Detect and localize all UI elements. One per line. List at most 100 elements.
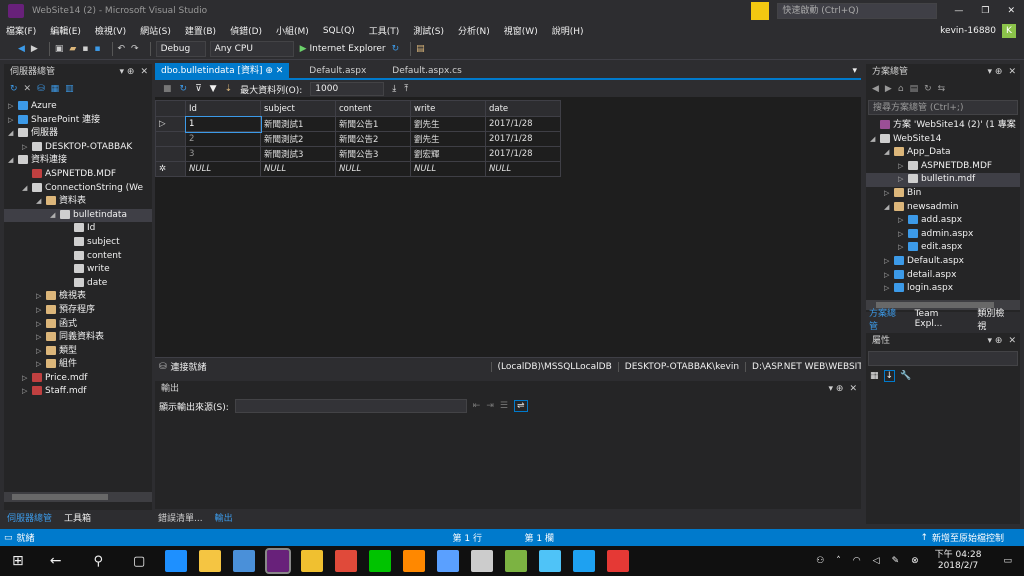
expand-toggle-icon[interactable]: ▷ — [898, 173, 908, 187]
switch-views-icon[interactable]: ▤ — [910, 84, 919, 94]
filter-icon[interactable] — [751, 2, 770, 20]
close-button[interactable]: ✕ — [1007, 6, 1015, 16]
app-icon[interactable] — [301, 550, 324, 572]
column-header[interactable]: write — [410, 100, 486, 117]
next-message-icon[interactable]: ⇥ — [486, 401, 494, 411]
panel-tab[interactable]: 類別檢視 — [974, 306, 1014, 332]
expand-toggle-icon[interactable]: ▷ — [898, 241, 908, 255]
expand-toggle-icon[interactable]: ▷ — [36, 345, 46, 359]
tree-item[interactable]: ◢ 伺服器 — [4, 127, 152, 141]
table-row[interactable]: 2 新聞測試2 新聞公告2 劉先生 2017/1/28 — [155, 131, 561, 147]
table-cell[interactable]: NULL — [335, 161, 411, 177]
table-cell[interactable]: 2017/1/28 — [485, 116, 561, 132]
alphabetical-icon[interactable]: ↓ — [883, 370, 896, 382]
table-cell[interactable]: 2017/1/28 — [485, 131, 561, 147]
tree-item[interactable]: ◢ bulletindata — [4, 208, 152, 223]
menu-item[interactable]: 檢視(V) — [95, 24, 126, 37]
row-header[interactable] — [155, 131, 186, 147]
properties-object-select[interactable] — [868, 351, 1018, 366]
run-icon[interactable]: ▶ — [300, 41, 307, 57]
edge-icon[interactable] — [165, 550, 188, 572]
back-icon[interactable]: ◀ — [872, 84, 879, 94]
network-icon[interactable]: ◠ — [853, 556, 861, 566]
people-icon[interactable]: ⚇ — [816, 556, 824, 566]
search-icon[interactable]: ⚲ — [93, 554, 103, 569]
table-cell[interactable]: 劉先生 — [410, 116, 486, 132]
column-header[interactable]: Id — [185, 100, 261, 117]
word-wrap-icon[interactable]: ⇌ — [513, 400, 528, 412]
tree-item[interactable]: write — [4, 263, 152, 277]
publish-icon[interactable]: ▤ — [416, 41, 425, 57]
expand-toggle-icon[interactable]: ◢ — [884, 146, 894, 160]
expand-toggle-icon[interactable]: ▷ — [22, 372, 32, 386]
tree-item[interactable]: ▷ DESKTOP-OTABBAK — [4, 141, 152, 155]
clock[interactable]: 下午 04:28 2018/2/7 — [935, 550, 982, 572]
configuration-select[interactable]: Debug — [155, 41, 206, 57]
expand-toggle-icon[interactable]: ▷ — [884, 187, 894, 201]
quick-launch-input[interactable]: 快速啟動 (Ctrl+Q) — [777, 3, 938, 19]
tree-item[interactable]: ▷ 類型 — [4, 345, 152, 359]
column-header[interactable]: date — [485, 100, 561, 117]
menu-item[interactable]: 測試(S) — [413, 24, 444, 37]
tree-item[interactable]: ▷ Staff.mdf — [4, 385, 152, 399]
explorer-icon[interactable] — [199, 550, 222, 572]
back-icon[interactable]: ◀ — [18, 41, 25, 57]
app3-icon[interactable] — [437, 550, 460, 572]
tree-item[interactable]: ▷ add.aspx — [866, 214, 1020, 228]
tree-item[interactable]: ▷ ASPNETDB.MDF — [866, 160, 1020, 174]
expand-toggle-icon[interactable]: ▷ — [36, 358, 46, 372]
redo-icon[interactable]: ↷ — [131, 41, 139, 57]
connect-db-icon[interactable]: ⛁ — [37, 84, 45, 94]
property-pages-icon[interactable]: 🔧 — [900, 371, 911, 381]
row-header[interactable]: ▷ — [155, 116, 186, 132]
undo-icon[interactable]: ↶ — [118, 41, 126, 57]
forward-icon[interactable]: ▶ — [885, 84, 892, 94]
chrome-icon[interactable] — [335, 550, 358, 572]
document-tab[interactable]: dbo.bulletindata [資料] ⊕ ✕ — [155, 63, 290, 79]
start-icon[interactable]: ⊞ — [12, 553, 24, 569]
home-icon[interactable]: ⌂ — [898, 84, 904, 94]
store-icon[interactable] — [233, 550, 256, 572]
menu-item[interactable]: 分析(N) — [458, 24, 490, 37]
table-cell[interactable]: 劉宏輝 — [410, 146, 486, 162]
table-cell[interactable]: 新聞測試1 — [260, 116, 336, 132]
menu-item[interactable]: 小組(M) — [276, 24, 309, 37]
pin-icon[interactable]: ▾ ⊕ — [988, 333, 1003, 349]
line-icon[interactable] — [369, 550, 392, 572]
back-icon[interactable]: ← — [50, 553, 62, 569]
tree-item[interactable]: ▷ Default.aspx — [866, 255, 1020, 269]
tree-item[interactable]: ▷ 函式 — [4, 318, 152, 332]
tree-item[interactable]: ASPNETDB.MDF — [4, 168, 152, 182]
clear-all-icon[interactable]: ☰ — [500, 401, 508, 411]
minimize-button[interactable]: — — [954, 6, 963, 16]
sharepoint-icon[interactable]: ▥ — [65, 84, 74, 94]
tree-item[interactable]: 方案 'WebSite14 (2)' (1 專案 — [866, 119, 1020, 133]
tree-item[interactable]: ◢ WebSite14 — [866, 133, 1020, 147]
expand-toggle-icon[interactable]: ▷ — [22, 385, 32, 399]
grid-corner[interactable] — [155, 100, 186, 117]
output-source-select[interactable] — [234, 399, 467, 413]
platform-select[interactable]: Any CPU — [209, 41, 294, 57]
expand-toggle-icon[interactable]: ▷ — [22, 141, 32, 155]
stop-icon[interactable]: ✕ — [24, 84, 32, 94]
expand-toggle-icon[interactable]: ▷ — [898, 214, 908, 228]
refresh-icon[interactable]: ↻ — [10, 84, 18, 94]
expand-toggle-icon[interactable]: ▷ — [8, 100, 18, 114]
expand-toggle-icon[interactable]: ▷ — [36, 331, 46, 345]
run-browser-button[interactable]: Internet Explorer — [310, 41, 386, 57]
expand-toggle-icon[interactable]: ◢ — [884, 201, 894, 215]
tree-item[interactable]: ▷ SharePoint 連接 — [4, 114, 152, 128]
table-cell[interactable]: NULL — [485, 161, 561, 177]
stop-icon[interactable]: ■ — [163, 84, 172, 94]
expand-toggle-icon[interactable]: ◢ — [8, 154, 18, 168]
filter-icon[interactable]: ⊽ — [195, 84, 202, 94]
tree-item[interactable]: Id — [4, 222, 152, 236]
expand-toggle-icon[interactable]: ▷ — [8, 114, 18, 128]
refresh-icon[interactable]: ↻ — [180, 84, 188, 94]
visual-studio-icon[interactable] — [265, 548, 292, 574]
expand-toggle-icon[interactable]: ◢ — [8, 127, 18, 141]
menu-item[interactable]: 建置(B) — [185, 24, 216, 37]
max-rows-select[interactable]: 1000 — [310, 82, 385, 96]
pending-changes-icon[interactable]: ↻ — [924, 84, 932, 94]
panel-tab[interactable]: Team Expl... — [912, 309, 969, 329]
